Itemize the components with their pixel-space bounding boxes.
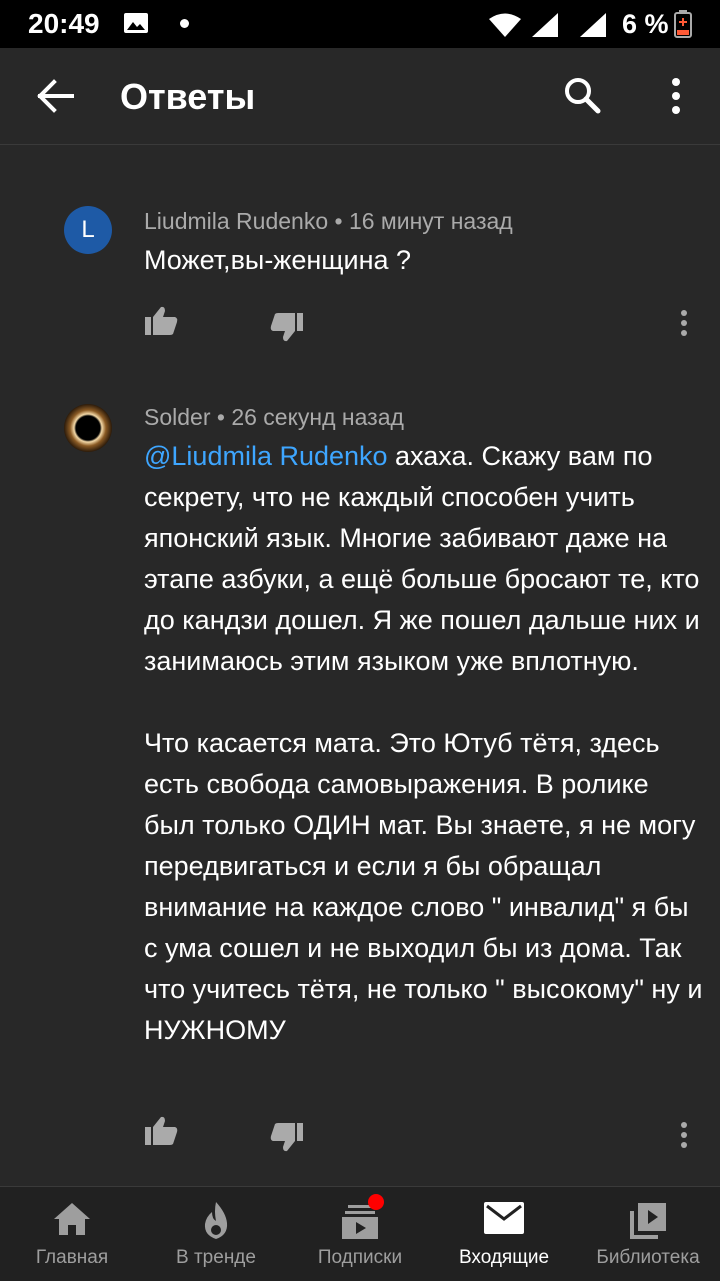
nav-label: Подписки — [317, 1247, 403, 1268]
nav-item-library[interactable]: Библиотека — [576, 1187, 720, 1281]
thumb-up-icon — [145, 306, 178, 335]
thumb-down-icon — [270, 1123, 303, 1152]
nav-label: Главная — [35, 1247, 109, 1268]
nav-label: В тренде — [176, 1247, 256, 1268]
comment-paragraph: Что касается мата. Это Ютуб тётя, здесь … — [144, 728, 703, 1045]
thumb-up-icon — [145, 1116, 178, 1145]
notification-badge — [368, 1194, 384, 1210]
status-time: 20:49 — [28, 8, 100, 39]
signal-icon — [532, 13, 558, 37]
comment-meta: Liudmila Rudenko • 16 минут назад — [144, 208, 513, 234]
more-options-button[interactable] — [656, 74, 696, 118]
signal-icon-2 — [580, 13, 606, 37]
more-vert-icon — [681, 310, 687, 336]
comment-more-button[interactable] — [670, 1118, 698, 1154]
comment-text: @Liudmila Rudenko ахаха. Скажу вам по се… — [144, 436, 704, 1051]
inbox-mail-icon — [484, 1202, 524, 1234]
thumb-down-icon — [270, 313, 303, 342]
comment-text-part: ахаха. Скажу вам по секрету, что не кажд… — [144, 441, 700, 676]
comment-paragraph: @Liudmila Rudenko ахаха. Скажу вам по се… — [144, 436, 704, 682]
like-button[interactable] — [144, 1116, 178, 1151]
mention-link[interactable]: @Liudmila Rudenko — [144, 441, 388, 471]
avatar[interactable] — [64, 404, 112, 452]
library-icon — [630, 1203, 666, 1239]
notification-dot-icon — [180, 19, 189, 28]
comment-text: Может,вы-женщина ? — [144, 245, 412, 275]
nav-item-trending[interactable]: В тренде — [144, 1187, 288, 1281]
dislike-button[interactable] — [270, 1122, 304, 1157]
back-arrow-icon — [37, 79, 74, 113]
dislike-button[interactable] — [270, 312, 304, 347]
battery-percent: 6 % — [622, 9, 669, 39]
home-icon — [54, 1203, 90, 1235]
more-vert-icon — [681, 1122, 687, 1148]
bottom-nav: Главная В тренде Подписки Входящие Библи… — [0, 1186, 720, 1281]
page-title: Ответы — [120, 76, 256, 117]
battery-icon — [674, 10, 692, 38]
comment-meta: Solder • 26 секунд назад — [144, 404, 404, 430]
avatar[interactable]: L — [64, 206, 112, 254]
app-bar: Ответы — [0, 48, 720, 145]
like-button[interactable] — [144, 306, 178, 341]
nav-label: Библиотека — [596, 1247, 700, 1268]
nav-label: Входящие — [458, 1247, 550, 1268]
nav-item-home[interactable]: Главная — [0, 1187, 144, 1281]
search-icon — [565, 78, 601, 114]
status-bar: 20:49 6 % — [0, 0, 720, 48]
more-vert-icon — [672, 78, 680, 114]
search-button[interactable] — [560, 74, 608, 118]
nav-item-subscriptions[interactable]: Подписки — [288, 1187, 432, 1281]
trending-flame-icon — [204, 1202, 228, 1239]
back-button[interactable] — [32, 76, 80, 116]
wifi-icon — [489, 13, 521, 37]
nav-item-inbox[interactable]: Входящие — [432, 1187, 576, 1281]
comment-more-button[interactable] — [670, 306, 698, 342]
image-notification-icon — [124, 13, 148, 33]
